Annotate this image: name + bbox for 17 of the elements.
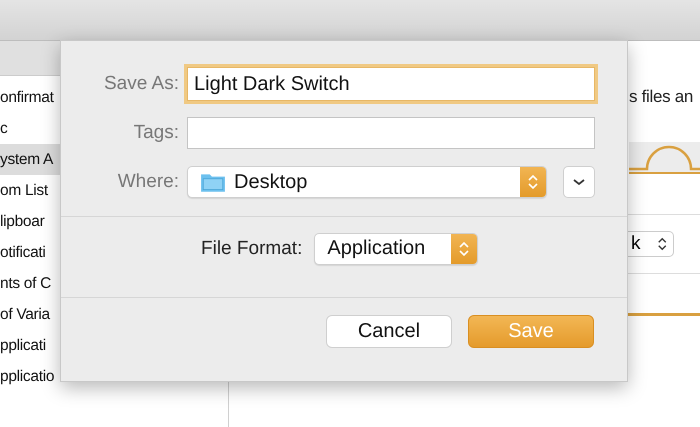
- cancel-button[interactable]: Cancel: [326, 315, 452, 348]
- popup-button[interactable]: k: [626, 231, 674, 257]
- field-label: File Format:: [201, 238, 302, 260]
- field-label: Where:: [116, 171, 180, 193]
- tags-field[interactable]: [187, 117, 595, 149]
- updown-icon: [656, 235, 667, 253]
- location-popup[interactable]: Desktop: [187, 166, 547, 198]
- expand-button[interactable]: [563, 166, 595, 198]
- description-text: s files an: [629, 87, 694, 107]
- format-popup[interactable]: Application: [314, 232, 478, 264]
- chevron-down-icon: [572, 177, 586, 187]
- file-name-field[interactable]: Light Dark Switch: [187, 67, 595, 101]
- field-label: Save As:: [103, 73, 180, 95]
- stepper-icon: [520, 167, 546, 197]
- field-label: Tags:: [132, 122, 180, 144]
- stepper-icon: [451, 234, 478, 264]
- tab-strip[interactable]: [629, 142, 700, 174]
